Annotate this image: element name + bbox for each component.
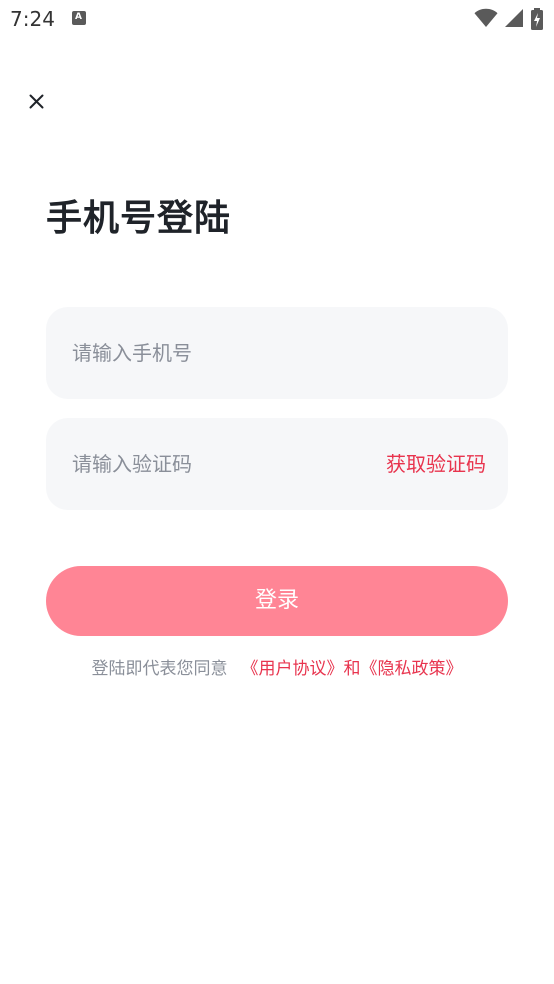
- user-agreement-link[interactable]: 《用户协议》: [242, 659, 344, 679]
- privacy-policy-link[interactable]: 《隐私政策》: [361, 659, 463, 679]
- get-code-button[interactable]: 获取验证码: [386, 418, 486, 510]
- battery-charging-icon: [531, 8, 543, 30]
- status-icons: [474, 8, 546, 30]
- status-bar: 7:24 A: [0, 0, 554, 38]
- close-icon: [29, 94, 44, 109]
- signal-icon: [505, 9, 523, 27]
- status-time: 7:24: [10, 7, 55, 31]
- notification-letter: A: [75, 12, 82, 22]
- phone-field: [46, 307, 508, 399]
- page-title: 手机号登陆: [46, 198, 232, 239]
- verification-code-input[interactable]: [72, 418, 352, 510]
- code-field: 获取验证码: [46, 418, 508, 510]
- agreement-and: 和: [343, 659, 361, 679]
- phone-input[interactable]: [72, 307, 482, 399]
- wifi-icon: [474, 8, 498, 28]
- notification-a-icon: A: [72, 11, 86, 25]
- login-button[interactable]: 登录: [46, 566, 508, 636]
- agreement-text: 登陆即代表您同意 《用户协议》和《隐私政策》: [0, 656, 554, 682]
- agreement-prefix: 登陆即代表您同意: [91, 659, 228, 679]
- close-button[interactable]: [22, 86, 52, 116]
